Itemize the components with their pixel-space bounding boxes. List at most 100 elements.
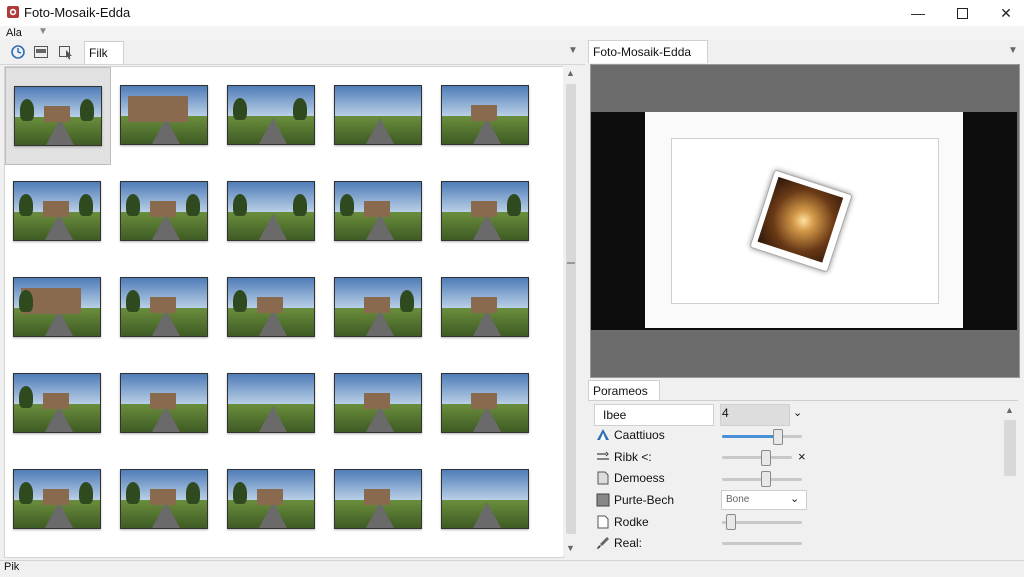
menu-dropdown-icon[interactable]: ▼ [38,26,48,37]
slider-ribk[interactable] [722,456,792,459]
close-window-button[interactable]: ✕ [984,0,1024,26]
thumbnail-item[interactable] [5,163,109,259]
style-label: Ibee [594,404,714,426]
document-icon [597,471,609,485]
thumbnail-item[interactable] [433,355,537,451]
thumbnail-item[interactable] [433,163,537,259]
blend-icon [596,493,610,507]
thumbnail-item[interactable] [219,355,323,451]
menu-item-file[interactable]: Ala [6,27,22,39]
chevron-down-icon[interactable]: ⌄ [790,492,799,505]
thumbnail-item[interactable] [219,67,323,163]
thumbnail-image [334,373,422,433]
style-dropdown[interactable] [720,404,790,426]
thumbnail-image [441,469,529,529]
image-icon[interactable] [33,44,49,60]
thumbnail-image [441,181,529,241]
preview-photo-image [757,176,844,263]
thumbnail-item[interactable] [326,67,430,163]
maximize-button[interactable] [940,0,984,26]
param-label-rodke: Rodke [614,515,649,529]
minimize-button[interactable]: — [896,0,940,26]
thumbnail-image [120,277,208,337]
param-label-caattiuos: Caattiuos [614,428,665,442]
slider-fill-caattiuos [722,435,778,438]
thumbnail-item[interactable] [5,259,109,355]
thumbnail-image [227,373,315,433]
thumbnail-item[interactable] [219,163,323,259]
thumbnail-image [441,373,529,433]
thumbnail-item[interactable] [112,67,216,163]
select-tool-icon[interactable] [58,44,74,60]
thumbnail-image [227,469,315,529]
close-icon: ✕ [1000,4,1012,21]
maximize-icon [956,7,968,19]
slider-thumb-caattiuos[interactable] [773,429,783,445]
thumbnail-item[interactable] [112,259,216,355]
slider-thumb-rodke[interactable] [726,514,736,530]
thumbnail-image [334,85,422,145]
thumbnail-image [120,469,208,529]
parameters-scrollbar-thumb[interactable] [1004,420,1016,476]
scroll-up-icon[interactable]: ▲ [566,68,575,78]
thumbnail-item[interactable] [326,163,430,259]
scrollbar-grip-icon [567,262,575,264]
thumbnail-item[interactable] [433,451,537,547]
thumbnail-image [13,373,101,433]
thumbnail-image [14,86,102,146]
refresh-icon[interactable] [10,44,26,60]
thumbnail-item[interactable] [326,451,430,547]
thumbnail-item[interactable] [219,451,323,547]
adjust-icon [597,451,609,460]
thumbnail-item[interactable] [433,67,537,163]
chevron-down-icon[interactable]: ⌄ [793,406,802,419]
slider-real[interactable] [722,542,802,545]
thumbnail-image [334,277,422,337]
status-text: Pik [4,561,20,573]
tab-filter[interactable]: Filk [84,41,124,64]
slider-thumb-ribk[interactable] [761,450,771,466]
slider-thumb-demoess[interactable] [761,471,771,487]
scroll-up-icon[interactable]: ▲ [1005,405,1014,415]
tab-parameters[interactable]: Porameos [588,380,660,401]
thumbnail-image [120,373,208,433]
right-panel-menu-icon[interactable]: ▼ [1008,45,1018,56]
thumbnail-image [441,277,529,337]
thumbnail-image [13,181,101,241]
triangle-icon [597,429,609,440]
scroll-down-icon[interactable]: ▼ [566,543,575,553]
tab-preview[interactable]: Foto-Mosaik-Edda [588,40,708,63]
param-label-purte-bech: Purte-Bech [614,493,675,507]
thumbnail-item[interactable] [5,355,109,451]
scrollbar-thumb[interactable] [566,84,576,534]
thumbnail-image [120,85,208,145]
thumbnail-item[interactable] [433,259,537,355]
minimize-icon: — [911,5,925,21]
menu-bar [0,26,1024,40]
thumbnail-image [227,277,315,337]
status-bar [0,560,1024,577]
thumbnail-image [441,85,529,145]
title-bar [0,0,1024,26]
left-panel-menu-icon[interactable]: ▼ [568,45,578,56]
app-logo-icon [7,6,19,18]
brush-icon [597,537,609,549]
reset-ribk-button[interactable]: × [798,449,806,464]
thumbnail-item[interactable] [326,259,430,355]
thumbnail-item[interactable] [5,67,111,165]
thumbnail-item[interactable] [219,259,323,355]
thumbnail-image [227,181,315,241]
thumbnail-item[interactable] [326,355,430,451]
param-label-ribk: Ribk <: [614,450,652,464]
thumbnail-image [334,469,422,529]
thumbnail-image [120,181,208,241]
thumbnail-item[interactable] [112,163,216,259]
thumbnail-image [227,85,315,145]
thumbnail-item[interactable] [112,355,216,451]
page-icon [597,515,609,529]
thumbnail-item[interactable] [5,451,109,547]
thumbnail-image [334,181,422,241]
thumbnail-item[interactable] [112,451,216,547]
style-dropdown-value: 4 [722,406,729,420]
window-title: Foto-Mosaik-Edda [24,5,131,20]
